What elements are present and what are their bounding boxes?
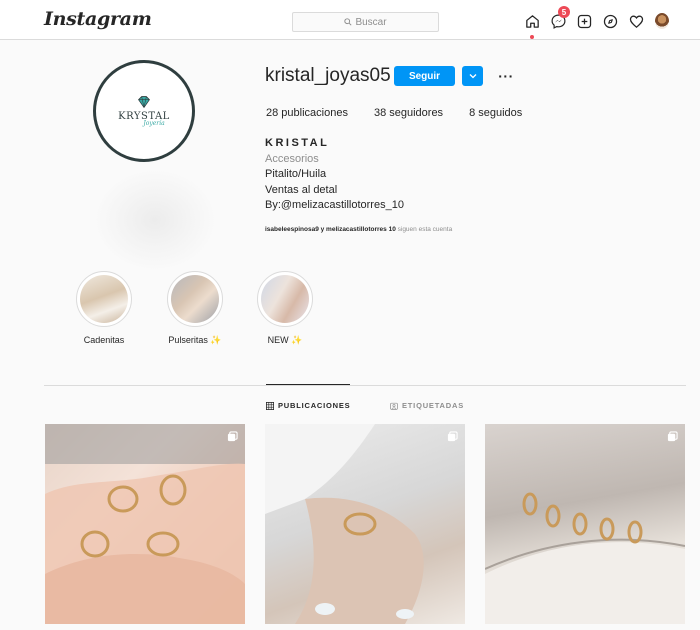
profile-category: Accesorios: [265, 152, 319, 165]
highlight-label: Pulseritas ✨: [168, 335, 222, 345]
activity-button[interactable]: [623, 10, 649, 32]
bio-line: Ventas al detal: [265, 183, 338, 196]
bio-mention-link[interactable]: By:@melizacastillotorres_10: [265, 198, 404, 214]
multiple-photos-icon: [447, 431, 458, 442]
nav-icons: 5: [519, 6, 675, 39]
tab-etiquetadas[interactable]: ETIQUETADAS: [390, 401, 464, 410]
more-options-button[interactable]: ···: [497, 66, 515, 86]
post-image: [265, 424, 424, 624]
post-image: [485, 492, 685, 624]
top-navigation-bar: Instagram Buscar 5: [0, 0, 700, 40]
followed-by-count: 10: [388, 226, 396, 233]
highlight-cover: [76, 271, 132, 327]
highlight-item[interactable]: NEW ✨: [245, 271, 325, 346]
followed-by-suffix: siguen esta cuenta: [397, 226, 453, 233]
tagged-icon: [390, 402, 398, 410]
search-placeholder: Buscar: [355, 16, 387, 28]
active-tab-indicator: [266, 384, 350, 385]
bio-line: Pitalito/Huila: [265, 168, 327, 180]
home-icon: [525, 14, 539, 28]
profile-avatar: [655, 13, 669, 29]
highlight-cover: [257, 271, 313, 327]
search-input[interactable]: Buscar: [292, 12, 439, 32]
instagram-logo[interactable]: Instagram: [44, 8, 152, 30]
new-post-button[interactable]: [571, 10, 597, 32]
profile-stats: 28 publicaciones 38 seguidores 8 seguido…: [266, 107, 548, 119]
grid-icon: [266, 401, 274, 410]
highlight-item[interactable]: Cadenitas: [64, 271, 144, 345]
home-button[interactable]: [519, 10, 545, 39]
post-thumbnail[interactable]: [45, 424, 245, 624]
multiple-photos-icon: [227, 431, 238, 442]
profile-full-name: KRISTAL: [265, 137, 330, 149]
gem-icon: [138, 96, 150, 109]
suggestions-dropdown-button[interactable]: [462, 66, 483, 86]
multiple-photos-icon: [667, 431, 678, 442]
posts-count: 28 publicaciones: [266, 107, 348, 119]
chevron-down-icon: [469, 74, 476, 79]
post-thumbnail[interactable]: [485, 424, 685, 624]
messages-badge: 5: [558, 6, 570, 18]
brand-subtitle: Joyería: [143, 120, 165, 127]
post-image: [45, 424, 245, 624]
highlight-item[interactable]: Pulseritas ✨: [155, 271, 235, 346]
tab-publicaciones[interactable]: PUBLICACIONES: [266, 401, 351, 410]
search-icon: [344, 18, 352, 26]
follow-button[interactable]: Seguir: [394, 66, 455, 86]
post-thumbnail[interactable]: [265, 424, 465, 624]
following-count[interactable]: 8 seguidos: [469, 107, 522, 119]
tab-label: PUBLICACIONES: [278, 401, 351, 410]
explore-icon: [603, 14, 617, 28]
highlight-label: Cadenitas: [83, 335, 125, 345]
explore-button[interactable]: [597, 10, 623, 32]
messenger-button[interactable]: 5: [545, 6, 571, 32]
heart-icon: [629, 15, 643, 28]
profile-username: kristal_joyas05: [265, 65, 391, 86]
highlight-label: NEW ✨: [267, 335, 303, 345]
followed-by-users: isabeleespinosa9 y melizacastillotorres: [265, 226, 387, 233]
tab-label: ETIQUETADAS: [402, 401, 464, 410]
highlight-cover: [167, 271, 223, 327]
new-post-icon: [577, 14, 591, 28]
followers-count[interactable]: 38 seguidores: [374, 107, 443, 119]
profile-shadow: [95, 170, 215, 270]
tabs-divider: [44, 385, 686, 386]
followed-by-text[interactable]: isabeleespinosa9 y melizacastillotorres …: [265, 226, 452, 233]
active-indicator: [530, 35, 534, 39]
profile-picture[interactable]: KRYSTAL Joyería: [93, 60, 195, 162]
profile-bio: KRISTAL Accesorios Pitalito/Huila Ventas…: [265, 136, 404, 214]
profile-menu-button[interactable]: [649, 10, 675, 32]
